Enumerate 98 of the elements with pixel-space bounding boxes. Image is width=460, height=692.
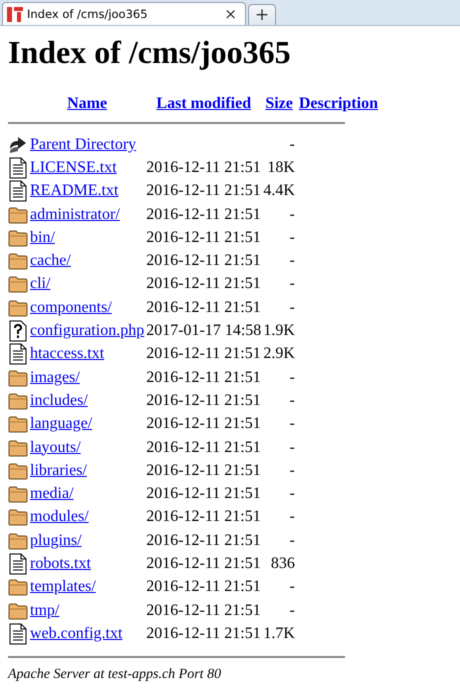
file-size: -	[290, 532, 295, 549]
folder-icon	[8, 530, 28, 551]
folder-icon	[8, 507, 28, 528]
file-link[interactable]: cache/	[30, 252, 71, 270]
modified-date: 2016-12-11 21:51	[146, 158, 261, 176]
file-link[interactable]: administrator/	[30, 206, 120, 223]
file-link[interactable]: templates/	[30, 578, 96, 596]
file-size: -	[290, 298, 295, 316]
text-file-icon	[8, 552, 28, 575]
column-header-link[interactable]: Description	[298, 95, 378, 112]
page-heading: Index of /cms/joo365	[8, 34, 292, 71]
file-size: -	[290, 228, 295, 246]
file-size: -	[290, 206, 295, 223]
file-size: -	[290, 275, 295, 292]
file-link[interactable]: language/	[30, 415, 92, 432]
tab-title: Index of /cms/joo365	[27, 7, 149, 21]
file-link[interactable]: htaccess.txt	[30, 345, 104, 362]
folder-icon	[8, 228, 28, 248]
modified-date: 2016-12-11 21:51	[146, 554, 261, 572]
modified-date: 2016-12-11 21:51	[146, 578, 261, 596]
file-size: -	[290, 136, 295, 153]
modified-date: 2016-12-11 21:51	[146, 624, 261, 642]
file-link[interactable]: tmp/	[30, 602, 60, 619]
unknown-file-icon	[8, 320, 28, 342]
modified-date: 2016-12-11 21:51	[146, 206, 261, 223]
file-link[interactable]: web.config.txt	[30, 624, 122, 642]
file-link[interactable]: modules/	[30, 508, 89, 526]
file-size: -	[290, 392, 295, 409]
file-link[interactable]: robots.txt	[30, 554, 91, 572]
file-link[interactable]: README.txt	[30, 182, 118, 200]
file-size: -	[290, 578, 295, 596]
modified-date: 2016-12-11 21:51	[146, 485, 261, 502]
file-size: -	[290, 508, 295, 526]
file-link[interactable]: components/	[30, 298, 112, 316]
file-size: 4.4K	[263, 182, 295, 200]
file-size: -	[290, 602, 295, 619]
file-link[interactable]: libraries/	[30, 462, 87, 479]
file-link[interactable]: layouts/	[30, 438, 81, 456]
folder-icon	[8, 600, 28, 621]
file-size: 1.9K	[263, 322, 295, 340]
file-size: -	[290, 462, 295, 479]
folder-icon	[8, 274, 28, 294]
modified-date: 2016-12-11 21:51	[146, 462, 261, 479]
file-link[interactable]: plugins/	[30, 532, 82, 549]
back-arrow-icon	[8, 134, 28, 155]
modified-date: 2016-12-11 21:51	[146, 532, 261, 549]
file-size: 836	[270, 554, 295, 572]
file-link[interactable]: includes/	[30, 392, 88, 409]
modified-date: 2016-12-11 21:51	[146, 392, 261, 409]
modified-date: 2016-12-11 21:51	[146, 275, 261, 292]
modified-date: 2016-12-11 21:51	[146, 368, 261, 386]
modified-date: 2016-12-11 21:51	[146, 438, 261, 456]
close-tab-button[interactable]: ×	[222, 6, 239, 22]
file-link[interactable]: configuration.php	[30, 322, 144, 340]
file-link[interactable]: media/	[30, 485, 74, 502]
modified-date: 2016-12-11 21:51	[146, 252, 261, 270]
modified-date: 2016-12-11 21:51	[146, 345, 261, 362]
folder-icon	[8, 460, 28, 481]
new-tab-button[interactable]: +	[248, 4, 276, 25]
file-size: 1.7K	[263, 624, 295, 642]
file-link[interactable]: images/	[30, 368, 80, 386]
file-size: 2.9K	[263, 345, 295, 362]
column-header-link[interactable]: Name	[67, 95, 108, 112]
folder-icon	[8, 298, 28, 318]
file-size: -	[290, 252, 295, 270]
site-logo-icon	[7, 6, 23, 22]
file-size: -	[290, 485, 295, 502]
modified-date: 2016-12-11 21:51	[146, 508, 261, 526]
browser-tab[interactable]: Index of /cms/joo365 ×	[2, 2, 246, 25]
modified-date: 2016-12-11 21:51	[146, 182, 261, 200]
text-file-icon	[8, 622, 28, 645]
file-link[interactable]: Parent Directory	[30, 136, 136, 153]
modified-date: 2016-12-11 21:51	[146, 298, 261, 316]
file-size: 18K	[267, 158, 295, 176]
text-file-icon	[8, 180, 28, 202]
modified-date: 2016-12-11 21:51	[146, 228, 261, 246]
server-signature: Apache Server at test-apps.ch Port 80	[8, 666, 222, 683]
folder-icon	[8, 577, 28, 598]
modified-date: 2017-01-17 14:58	[146, 322, 262, 340]
file-link[interactable]: cli/	[30, 275, 50, 292]
folder-icon	[8, 438, 28, 458]
file-link[interactable]: bin/	[30, 228, 55, 246]
text-file-icon	[8, 156, 28, 179]
text-file-icon	[8, 343, 28, 366]
file-size: -	[290, 415, 295, 432]
column-header-link[interactable]: Size	[265, 95, 293, 112]
file-size: -	[290, 368, 295, 386]
modified-date: 2016-12-11 21:51	[146, 602, 261, 619]
folder-icon	[8, 251, 28, 272]
folder-icon	[8, 414, 28, 434]
folder-icon	[8, 368, 28, 388]
folder-icon	[8, 390, 28, 411]
column-header-link[interactable]: Last modified	[156, 95, 252, 112]
folder-icon	[8, 204, 28, 225]
modified-date: 2016-12-11 21:51	[146, 415, 261, 432]
file-link[interactable]: LICENSE.txt	[30, 158, 117, 176]
file-size: -	[290, 438, 295, 456]
folder-icon	[8, 484, 28, 504]
